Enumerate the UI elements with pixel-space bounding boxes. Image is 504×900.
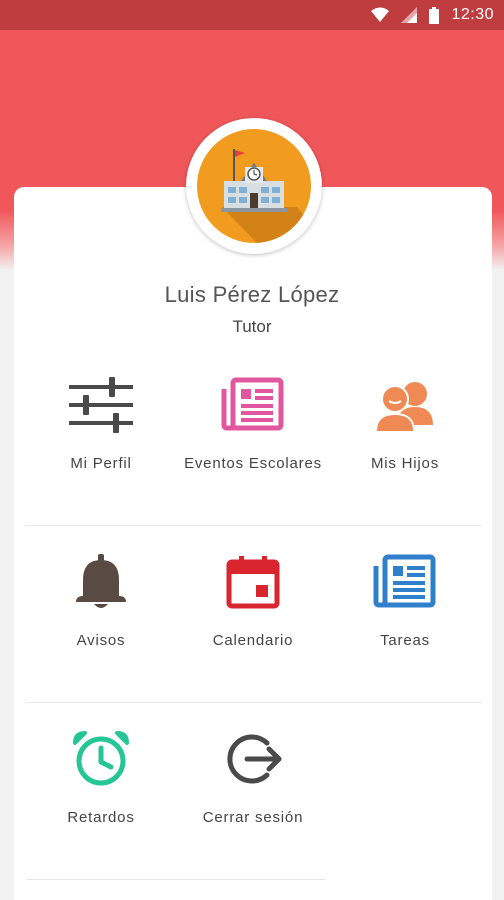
menu-item-cerrar-sesion[interactable]: Cerrar sesión [178,719,328,859]
people-icon [365,365,445,445]
wifi-icon [371,7,390,22]
menu-item-label: Calendario [212,632,294,649]
school-icon [197,129,311,243]
divider [26,525,482,526]
bell-icon [61,542,141,622]
menu-item-mi-perfil[interactable]: Mi Perfil [26,365,176,505]
user-name: Luis Pérez López [164,282,340,307]
menu-item-mis-hijos[interactable]: Mis Hijos [330,365,480,505]
menu-item-label: Tareas [380,632,430,649]
menu-item-calendario[interactable]: Calendario [178,542,328,682]
tasks-icon [365,542,445,622]
menu-item-avisos[interactable]: Avisos [26,542,176,682]
user-role: Tutor [232,317,272,336]
menu-item-retardos[interactable]: Retardos [26,719,176,859]
sliders-icon [61,365,141,445]
menu-item-label: Retardos [67,809,135,826]
divider [26,702,482,703]
alarm-clock-icon [61,719,141,799]
menu-item-label: Mis Hijos [370,455,440,472]
signal-icon [401,7,418,23]
divider [26,879,326,880]
status-icons: 12:30 [371,5,494,25]
logout-icon [213,719,293,799]
newspaper-icon [213,365,293,445]
menu-item-label: Eventos Escolares [184,455,322,472]
menu-item-label: Avisos [76,632,126,649]
battery-icon [429,6,440,24]
menu-item-label: Cerrar sesión [202,809,304,826]
calendar-icon [213,542,293,622]
avatar[interactable] [186,118,322,254]
menu-item-eventos-escolares[interactable]: Eventos Escolares [178,365,328,505]
status-bar: 12:30 [0,0,504,30]
menu-item-label: Mi Perfil [70,455,132,472]
menu-item-tareas[interactable]: Tareas [330,542,480,682]
status-time: 12:30 [451,6,494,23]
